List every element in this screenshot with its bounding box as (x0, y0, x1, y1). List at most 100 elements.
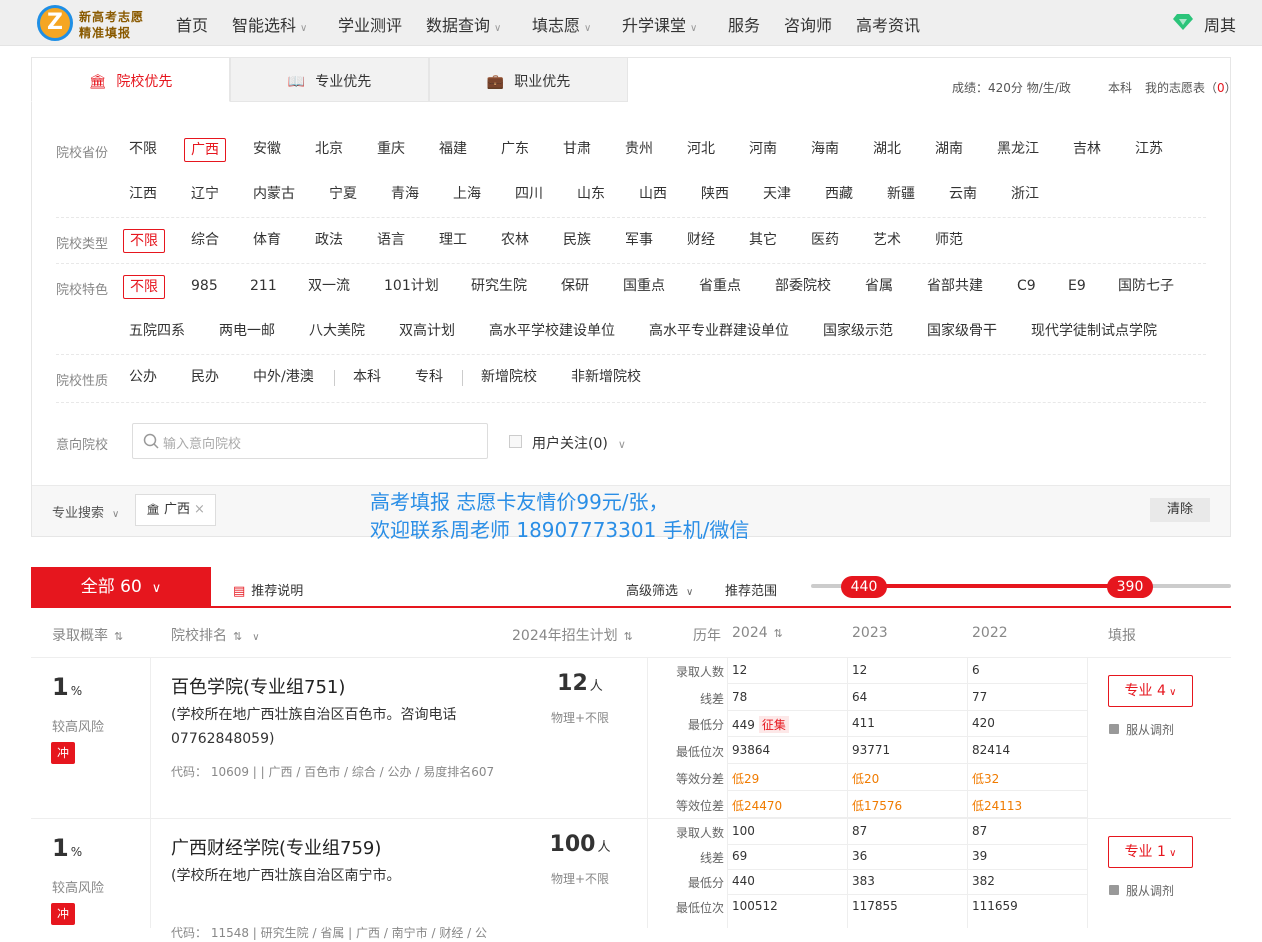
type-option[interactable]: 财经 (681, 229, 721, 253)
province-option[interactable]: 吉林 (1067, 138, 1107, 162)
feature-option[interactable]: 两电一邮 (213, 320, 281, 344)
province-option[interactable]: 西藏 (819, 183, 859, 207)
feature-option[interactable]: 部委院校 (769, 275, 837, 299)
nav-news[interactable]: 高考资讯 (856, 12, 920, 36)
province-option[interactable]: 福建 (433, 138, 473, 162)
province-option[interactable]: 上海 (447, 183, 487, 207)
province-option[interactable]: 贵州 (619, 138, 659, 162)
user-name[interactable]: 周其 (1204, 12, 1236, 36)
province-option[interactable]: 山西 (633, 183, 673, 207)
user-follow-toggle[interactable]: 用户关注(0) ∨ (532, 433, 626, 453)
tab-major-first[interactable]: 📖 专业优先 (230, 57, 429, 102)
feature-option[interactable]: 双高计划 (393, 320, 461, 344)
nav-home[interactable]: 首页 (176, 12, 208, 36)
type-option[interactable]: 体育 (247, 229, 287, 253)
type-option[interactable]: 不限 (123, 229, 165, 253)
feature-option[interactable]: 八大美院 (303, 320, 371, 344)
province-option[interactable]: 浙江 (1005, 183, 1045, 207)
province-option[interactable]: 青海 (385, 183, 425, 207)
type-option[interactable]: 理工 (433, 229, 473, 253)
type-option[interactable]: 其它 (743, 229, 783, 253)
feature-option[interactable]: C9 (1011, 275, 1042, 299)
nature-option[interactable]: 公办 (123, 366, 163, 390)
nav-consultant[interactable]: 咨询师 (784, 12, 832, 36)
province-option[interactable]: 黑龙江 (991, 138, 1045, 162)
province-option[interactable]: 新疆 (881, 183, 921, 207)
nature-option[interactable]: 民办 (185, 366, 225, 390)
school-name[interactable]: 广西财经学院(专业组759) (171, 834, 381, 860)
feature-option[interactable]: 101计划 (378, 275, 445, 299)
major-search-dropdown[interactable]: 专业搜索 ∨ (52, 502, 119, 521)
obey-checkbox[interactable] (1109, 724, 1119, 734)
feature-option[interactable]: 国家级示范 (817, 320, 899, 344)
province-option[interactable]: 江西 (123, 183, 163, 207)
feature-option[interactable]: 保研 (555, 275, 595, 299)
province-option[interactable]: 湖南 (929, 138, 969, 162)
type-option[interactable]: 民族 (557, 229, 597, 253)
province-option[interactable]: 广东 (495, 138, 535, 162)
type-option[interactable]: 语言 (371, 229, 411, 253)
type-option[interactable]: 艺术 (867, 229, 907, 253)
recommend-explain-link[interactable]: ▤ 推荐说明 (233, 580, 303, 599)
nature-option[interactable]: 本科 (347, 366, 387, 390)
province-option[interactable]: 河北 (681, 138, 721, 162)
major-select-button[interactable]: 专业 1 ∨ (1108, 836, 1193, 868)
tab-school-first[interactable]: 🏛 院校优先 (31, 57, 230, 102)
province-option[interactable]: 宁夏 (323, 183, 363, 207)
advanced-filter-dropdown[interactable]: 高级筛选 ∨ (626, 580, 693, 599)
province-option[interactable]: 北京 (309, 138, 349, 162)
all-results-button[interactable]: 全部 60 ∨ (31, 567, 211, 607)
nav-service[interactable]: 服务 (728, 12, 760, 36)
tab-career-first[interactable]: 💼 职业优先 (429, 57, 628, 102)
province-option[interactable]: 安徽 (247, 138, 287, 162)
feature-option[interactable]: 高水平学校建设单位 (483, 320, 621, 344)
feature-option[interactable]: 省重点 (693, 275, 747, 299)
feature-option[interactable]: 国重点 (617, 275, 671, 299)
feature-option[interactable]: 研究生院 (465, 275, 533, 299)
site-logo[interactable]: Z 新高考志愿 精准填报 (37, 5, 147, 41)
province-option[interactable]: 江苏 (1129, 138, 1169, 162)
province-option[interactable]: 辽宁 (185, 183, 225, 207)
type-option[interactable]: 军事 (619, 229, 659, 253)
nav-course[interactable]: 升学课堂 ∨ (622, 12, 697, 36)
obey-checkbox[interactable] (1109, 885, 1119, 895)
province-option[interactable]: 四川 (509, 183, 549, 207)
nature-option[interactable]: 非新增院校 (565, 366, 647, 390)
feature-option[interactable]: 不限 (123, 275, 165, 299)
my-volunteer-table-link[interactable]: 我的志愿表（0） (1145, 79, 1237, 96)
feature-option[interactable]: 国防七子 (1112, 275, 1180, 299)
type-option[interactable]: 师范 (929, 229, 969, 253)
nature-option[interactable]: 新增院校 (475, 366, 543, 390)
type-option[interactable]: 医药 (805, 229, 845, 253)
feature-option[interactable]: E9 (1062, 275, 1092, 299)
nature-option[interactable]: 中外/港澳 (247, 366, 320, 390)
feature-option[interactable]: 省部共建 (921, 275, 989, 299)
feature-option[interactable]: 211 (244, 275, 283, 299)
nav-subject-select[interactable]: 智能选科 ∨ (232, 12, 307, 36)
province-option[interactable]: 河南 (743, 138, 783, 162)
type-option[interactable]: 农林 (495, 229, 535, 253)
province-option[interactable]: 云南 (943, 183, 983, 207)
province-option[interactable]: 天津 (757, 183, 797, 207)
clear-button[interactable]: 清除 (1150, 498, 1210, 522)
header-plan-sort[interactable]: 2024年招生计划 ⇅ (512, 625, 633, 645)
feature-option[interactable]: 双一流 (302, 275, 356, 299)
feature-option[interactable]: 五院四系 (123, 320, 191, 344)
header-prob-sort[interactable]: 录取概率 ⇅ (52, 625, 123, 645)
province-option[interactable]: 陕西 (695, 183, 735, 207)
feature-option[interactable]: 高水平专业群建设单位 (643, 320, 795, 344)
province-option[interactable]: 不限 (123, 138, 163, 162)
feature-option[interactable]: 国家级骨干 (921, 320, 1003, 344)
province-option[interactable]: 甘肃 (557, 138, 597, 162)
feature-option[interactable]: 省属 (859, 275, 899, 299)
province-option[interactable]: 海南 (805, 138, 845, 162)
nav-fill-volunteer[interactable]: 填志愿 ∨ (532, 12, 591, 36)
user-follow-checkbox[interactable] (509, 435, 522, 448)
range-slider-knob-low[interactable]: 440 (841, 576, 887, 598)
major-select-button[interactable]: 专业 4 ∨ (1108, 675, 1193, 707)
close-icon[interactable]: × (194, 502, 205, 517)
nature-option[interactable]: 专科 (409, 366, 449, 390)
selected-tag[interactable]: 🏛 广西 × (135, 494, 216, 526)
intent-school-search-input[interactable]: 输入意向院校 (132, 423, 488, 459)
range-slider-knob-high[interactable]: 390 (1107, 576, 1153, 598)
